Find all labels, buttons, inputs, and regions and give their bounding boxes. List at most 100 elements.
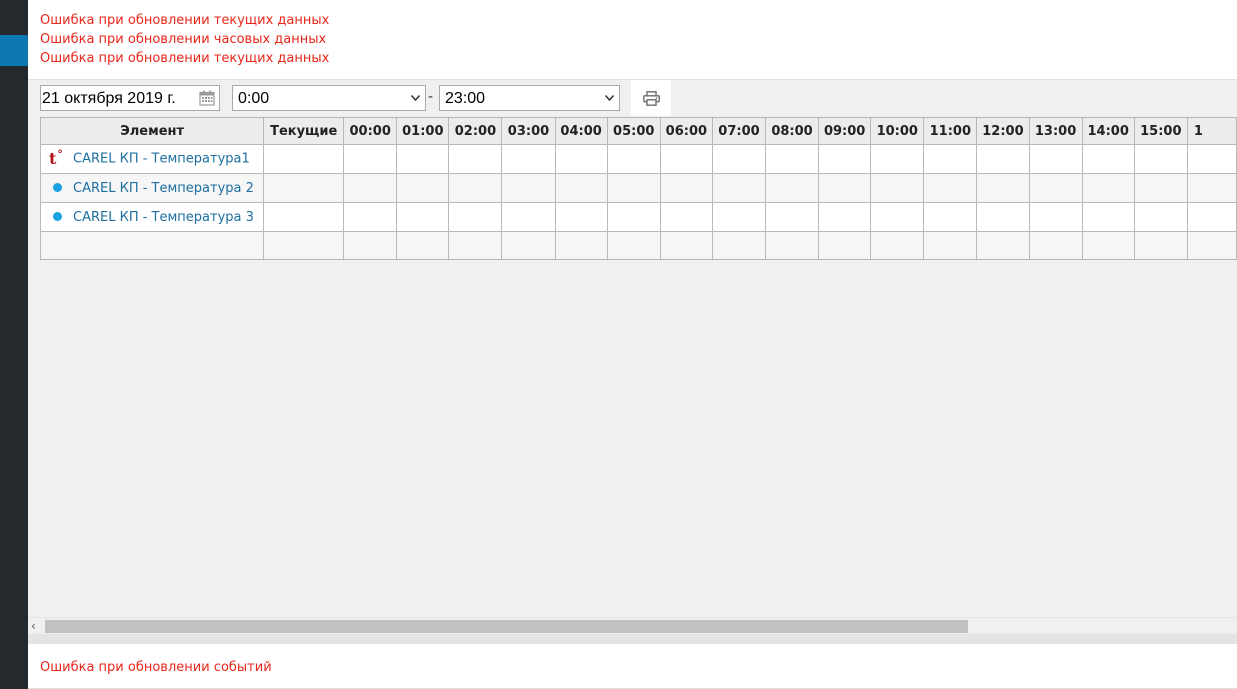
- error-events: Ошибка при обновлении событий: [40, 660, 272, 675]
- temperature-icon-letter: t: [49, 149, 57, 169]
- hour-value-cell: [711, 144, 767, 174]
- hour-value-cell: [396, 173, 450, 203]
- column-header-hour[interactable]: 11:00: [923, 117, 978, 145]
- hour-value-cell: [1133, 173, 1188, 203]
- column-header-hour[interactable]: 00:00: [343, 117, 398, 145]
- hour-value-cell: [711, 231, 767, 260]
- hour-value-cell: [606, 202, 661, 232]
- column-header-hour[interactable]: 1: [1186, 117, 1237, 145]
- hour-value-cell: [976, 144, 1030, 174]
- hour-value-cell: [1081, 231, 1135, 260]
- time-from-select[interactable]: 0:00: [232, 85, 426, 111]
- hour-value-cell: [870, 231, 925, 260]
- hourly-data-table: Элемент Текущие 00:00 01:00 02:00 03:00 …: [39, 117, 1237, 260]
- hour-value-cell: [1028, 231, 1083, 260]
- hour-value-cell: [554, 231, 608, 260]
- column-header-hour[interactable]: 07:00: [711, 117, 767, 145]
- column-header-hour[interactable]: 01:00: [396, 117, 450, 145]
- error-hourly-data: Ошибка при обновлении часовых данных: [40, 32, 327, 47]
- current-value-cell: [263, 144, 345, 174]
- temperature-icon: t°: [49, 148, 73, 169]
- column-header-hour[interactable]: 14:00: [1081, 117, 1135, 145]
- hour-value-cell: [818, 231, 872, 260]
- hour-value-cell: [1028, 144, 1083, 174]
- hour-value-cell: [659, 144, 713, 174]
- hour-value-cell: [606, 144, 661, 174]
- date-picker[interactable]: 21 октября 2019 г.: [40, 85, 220, 111]
- hour-value-cell: [501, 144, 556, 174]
- column-header-hour[interactable]: 12:00: [976, 117, 1030, 145]
- column-header-hour[interactable]: 15:00: [1133, 117, 1188, 145]
- panel-divider: [28, 634, 1237, 644]
- element-link[interactable]: CAREL КП - Температура 3: [73, 210, 254, 225]
- hour-value-cell: [501, 173, 556, 203]
- hour-value-cell: [976, 173, 1030, 203]
- status-dot-icon: [49, 181, 73, 196]
- print-button[interactable]: [631, 80, 671, 116]
- sidebar-active-item[interactable]: [0, 35, 28, 66]
- hour-value-cell: [923, 231, 978, 260]
- column-header-hour[interactable]: 10:00: [870, 117, 925, 145]
- column-header-hour[interactable]: 02:00: [448, 117, 503, 145]
- main-panel: Ошибка при обновлении текущих данных Оши…: [28, 0, 1237, 689]
- column-header-hour[interactable]: 09:00: [818, 117, 872, 145]
- current-value-cell: [263, 202, 345, 232]
- column-header-hour[interactable]: 03:00: [501, 117, 556, 145]
- hour-value-cell: [343, 144, 398, 174]
- hour-value-cell: [554, 202, 608, 232]
- hour-value-cell: [448, 173, 503, 203]
- events-error-panel: Ошибка при обновлении событий: [40, 658, 272, 677]
- time-to-select[interactable]: 23:00: [439, 85, 620, 111]
- table-row: t° CAREL КП - Температура1: [39, 144, 1237, 174]
- report-area: 21 октября 2019 г. 0:00 - 23:00 Элемент …: [28, 79, 1237, 618]
- hour-value-cell: [1081, 144, 1135, 174]
- scroll-left-icon[interactable]: ‹: [31, 619, 36, 633]
- table-row: CAREL КП - Температура 2: [39, 173, 1237, 203]
- hour-value-cell: [1133, 231, 1188, 260]
- status-dot-icon: [49, 210, 73, 225]
- hour-value-cell: [501, 202, 556, 232]
- hour-value-cell: [448, 202, 503, 232]
- hour-value-cell: [976, 202, 1030, 232]
- hour-value-cell: [448, 144, 503, 174]
- hour-value-cell: [606, 231, 661, 260]
- element-link[interactable]: CAREL КП - Температура1: [73, 152, 250, 167]
- element-cell: CAREL КП - Температура 3: [39, 202, 265, 232]
- calendar-icon[interactable]: [199, 90, 215, 106]
- element-cell: CAREL КП - Температура 2: [39, 173, 265, 203]
- column-header-element[interactable]: Элемент: [39, 117, 265, 145]
- column-header-hour[interactable]: 04:00: [554, 117, 608, 145]
- hour-value-cell: [923, 202, 978, 232]
- hour-value-cell: [1186, 144, 1237, 174]
- status-dot: [53, 182, 62, 192]
- column-header-hour[interactable]: 08:00: [764, 117, 820, 145]
- hour-value-cell: [659, 202, 713, 232]
- hour-value-cell: [711, 202, 767, 232]
- hour-value-cell: [606, 173, 661, 203]
- column-header-current[interactable]: Текущие: [263, 117, 345, 145]
- hour-value-cell: [343, 231, 398, 260]
- hour-value-cell: [501, 231, 556, 260]
- column-header-hour[interactable]: 06:00: [659, 117, 713, 145]
- hour-value-cell: [1133, 202, 1188, 232]
- element-link[interactable]: CAREL КП - Температура 2: [73, 181, 254, 196]
- hour-value-cell: [448, 231, 503, 260]
- hour-value-cell: [1133, 144, 1188, 174]
- horizontal-scrollbar[interactable]: ‹: [28, 617, 1237, 634]
- scrollbar-thumb[interactable]: [45, 620, 968, 633]
- sidebar: [0, 0, 28, 689]
- hour-value-cell: [764, 231, 820, 260]
- error-current-data-2: Ошибка при обновлении текущих данных: [40, 51, 330, 66]
- element-cell: [39, 231, 265, 260]
- hour-value-cell: [923, 173, 978, 203]
- hour-value-cell: [1186, 231, 1237, 260]
- column-header-hour[interactable]: 05:00: [606, 117, 661, 145]
- hour-value-cell: [396, 231, 450, 260]
- hour-value-cell: [1028, 202, 1083, 232]
- hour-value-cell: [554, 144, 608, 174]
- hour-value-cell: [711, 173, 767, 203]
- hour-value-cell: [870, 202, 925, 232]
- column-header-hour[interactable]: 13:00: [1028, 117, 1083, 145]
- hour-value-cell: [396, 144, 450, 174]
- current-value-cell: [263, 231, 345, 260]
